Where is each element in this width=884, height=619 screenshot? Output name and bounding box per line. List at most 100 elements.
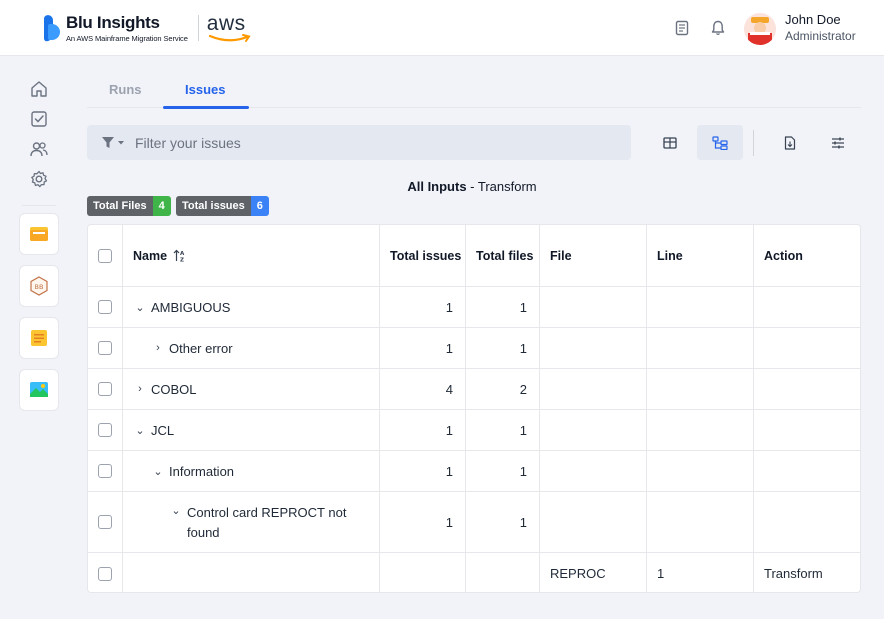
col-header-total-files-label: Total files <box>476 248 534 263</box>
row-total-issues: 1 <box>445 514 453 530</box>
filter-bar <box>87 125 631 160</box>
collapse-chevron-icon[interactable]: ⌄ <box>151 465 165 478</box>
col-header-name[interactable]: Name A Z <box>123 225 380 286</box>
brand-separator <box>197 15 199 41</box>
name-cell: ⌄ Control card REPROCT not found <box>123 492 380 552</box>
col-header-name-label: Name <box>133 248 168 263</box>
expand-chevron-icon[interactable]: › <box>151 342 165 354</box>
col-header-total-files[interactable]: Total files <box>466 225 540 286</box>
tree-view-icon <box>712 135 728 150</box>
select-all-cell <box>88 225 123 286</box>
name-cell: ⌄ JCL <box>123 410 380 450</box>
row-file[interactable]: REPROC <box>550 566 606 581</box>
name-cell: ⌄ AMBIGUOUS <box>123 287 380 327</box>
collapse-chevron-icon[interactable]: ⌄ <box>133 301 147 314</box>
brand-subtitle: An AWS Mainframe Migration Service <box>66 34 188 43</box>
col-header-action[interactable]: Action <box>754 225 860 286</box>
folder-app-icon[interactable] <box>19 213 59 255</box>
col-header-line-label: Line <box>657 248 683 263</box>
row-checkbox[interactable] <box>98 566 112 581</box>
row-name: Control card REPROCT not found <box>187 505 347 540</box>
row-checkbox[interactable] <box>98 382 112 396</box>
table-row[interactable]: › COBOL 4 2 <box>88 369 860 410</box>
table-row[interactable]: ⌄ AMBIGUOUS 1 1 <box>88 287 860 328</box>
row-total-issues: 1 <box>445 340 453 356</box>
select-all-checkbox[interactable] <box>98 248 112 263</box>
row-total-issues: 1 <box>445 422 453 438</box>
name-cell: ⌄ Information <box>123 451 380 491</box>
bell-icon[interactable] <box>709 19 727 37</box>
tab-runs[interactable]: Runs <box>109 82 142 97</box>
page-title-context: - Transform <box>466 179 537 194</box>
table-header-row: Name A Z Total issues Total files File L… <box>88 225 860 287</box>
row-name: Information <box>169 463 235 479</box>
aws-logo-text: aws <box>206 12 246 35</box>
row-checkbox[interactable] <box>98 423 112 437</box>
row-total-issues: 1 <box>445 299 453 315</box>
table-row[interactable]: ⌄ Control card REPROCT not found 1 1 <box>88 492 860 553</box>
page-title-scope: All Inputs <box>407 179 467 194</box>
columns-settings-icon <box>832 137 844 148</box>
total-issues-label: Total issues <box>176 196 251 216</box>
name-cell: › Other error <box>123 328 380 368</box>
col-header-file[interactable]: File <box>540 225 647 286</box>
row-action[interactable]: Transform <box>764 566 823 581</box>
total-files-badge: Total Files 4 <box>87 196 171 216</box>
collapse-chevron-icon[interactable]: ⌄ <box>169 504 183 517</box>
col-header-line[interactable]: Line <box>647 225 754 286</box>
export-file-button[interactable] <box>767 125 813 160</box>
total-files-label: Total Files <box>87 196 153 216</box>
table-row[interactable]: ⌄ Information 1 1 <box>88 451 860 492</box>
row-name: AMBIGUOUS <box>151 299 231 315</box>
name-cell <box>123 553 380 592</box>
row-checkbox[interactable] <box>98 464 112 478</box>
total-issues-badge: Total issues 6 <box>176 196 269 216</box>
users-icon[interactable] <box>29 139 49 159</box>
filter-input[interactable] <box>135 125 615 160</box>
columns-settings-button[interactable] <box>815 125 861 160</box>
total-issues-count: 6 <box>250 196 269 216</box>
home-icon[interactable] <box>29 79 49 99</box>
row-total-files: 1 <box>519 422 527 438</box>
tab-bar: Runs Issues <box>87 72 861 109</box>
collapse-chevron-icon[interactable]: ⌄ <box>133 424 147 437</box>
avatar[interactable] <box>744 13 776 45</box>
tab-issues[interactable]: Issues <box>185 82 225 97</box>
row-checkbox[interactable] <box>98 300 112 314</box>
active-tab-indicator <box>163 106 249 109</box>
row-line: 1 <box>657 566 665 581</box>
docs-icon[interactable] <box>673 19 691 37</box>
expand-chevron-icon[interactable]: › <box>133 383 147 395</box>
nav-divider <box>22 205 56 206</box>
checklist-icon[interactable] <box>29 109 49 129</box>
user-role: Administrator <box>785 29 856 43</box>
tree-view-button[interactable] <box>697 125 743 160</box>
brand-logo[interactable]: Blu Insights An AWS Mainframe Migration … <box>42 10 253 46</box>
brand-name: Blu Insights <box>66 13 160 32</box>
row-total-files: 1 <box>519 463 527 479</box>
row-total-files: 1 <box>519 514 527 530</box>
filter-icon[interactable] <box>101 136 127 149</box>
svg-text:BB: BB <box>35 283 44 291</box>
sort-icon[interactable]: A Z <box>173 249 187 262</box>
table-row[interactable]: ⌄ JCL 1 1 <box>88 410 860 451</box>
aws-logo-icon: aws <box>207 13 253 43</box>
row-total-files: 1 <box>519 340 527 356</box>
row-name: COBOL <box>151 381 197 397</box>
table-row[interactable]: REPROC 1 Transform <box>88 553 860 592</box>
user-name[interactable]: John Doe <box>785 12 841 27</box>
notes-app-icon[interactable] <box>19 317 59 359</box>
row-total-files: 1 <box>519 299 527 315</box>
codebase-app-icon[interactable]: BB <box>19 265 59 307</box>
col-header-total-issues[interactable]: Total issues <box>380 225 466 286</box>
svg-text:Z: Z <box>180 258 184 263</box>
row-total-issues: 1 <box>445 463 453 479</box>
table-view-button[interactable] <box>647 125 693 160</box>
image-app-icon[interactable] <box>19 369 59 411</box>
table-row[interactable]: › Other error 1 1 <box>88 328 860 369</box>
row-checkbox[interactable] <box>98 515 112 529</box>
row-checkbox[interactable] <box>98 341 112 355</box>
toolbar-separator <box>753 130 754 156</box>
col-header-file-label: File <box>550 248 572 263</box>
name-cell: › COBOL <box>123 369 380 409</box>
